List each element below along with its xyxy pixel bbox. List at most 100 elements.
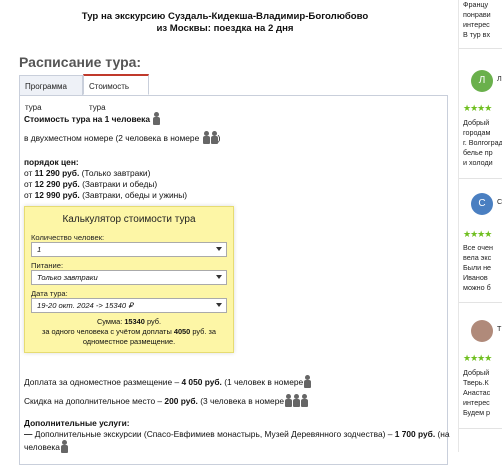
divider [459,302,502,303]
review-text-line: Добрый [463,118,490,127]
additional-line2: человека [24,442,60,452]
chevron-down-icon [216,303,222,307]
star-rating: ★★★★ [463,103,492,113]
price-row: от 12 290 руб. (Завтраки и обеды) [24,179,157,190]
divider [459,48,502,49]
reviews-column: Францу понрави интерес В тур вх Л Л ★★★★… [458,0,502,452]
chevron-down-icon [216,275,222,279]
meal-select[interactable]: Только завтраки [31,270,227,285]
sum-line-1: Сумма: 15340 руб. [25,317,233,327]
review-text-line: Все очен [463,243,493,252]
date-select[interactable]: 19-20 окт. 2024 -> 15340 ₽ [31,298,227,313]
double-room-line: в двухместном номере (2 человека в номер… [24,131,220,144]
price-row: от 12 990 руб. (Завтраки, обеды и ужины) [24,190,187,201]
divider [459,178,502,179]
tab-cost[interactable]: Стоимость тура [83,74,149,112]
price-order-label: порядок цен: [24,157,79,168]
sum-surcharge: 4050 [173,327,191,336]
price-order-text: порядок цен: [24,157,79,167]
price-amount: 12 990 руб. [34,190,80,200]
divider [459,428,502,429]
people-select[interactable]: 1 [31,242,227,257]
review-text-line: Тверь.К [463,378,489,387]
schedule-heading: Расписание тура: [19,54,142,70]
additional-amount: 1 700 руб. [394,429,436,439]
meal-label: Питание: [31,261,64,270]
avatar-photo [471,320,493,342]
price-row: от 11 290 руб. (Только завтраки) [24,168,150,179]
dash: — [24,429,33,439]
sum-line2b: руб. за [192,327,216,336]
tab-program[interactable]: Программа тура [19,75,83,112]
additional-service-line: — Дополнительные экскурсии (Спасо-Евфими… [24,429,450,440]
person-icon [285,394,293,407]
discount-note: (3 человека в номере [200,396,285,406]
review-text-line: можно б [463,283,491,292]
price-prefix: от [24,179,33,189]
review-text-line: г. Волгоград [463,138,502,147]
sum-line2a: за одного человека с учётом доплаты [41,327,172,336]
title-line-2: из Москвы: поездка на 2 дня [156,23,294,34]
sum-line-3: одноместное размещение. [82,337,176,346]
star-rating: ★★★★ [463,353,492,363]
price-amount: 12 290 руб. [34,179,80,189]
review-text-line: В тур вх [463,30,491,39]
single-amount: 4 050 руб. [181,377,222,387]
person-icon [293,394,301,407]
reviewer-name: Л [497,74,502,83]
avatar: С [471,193,493,215]
review-text-line: белье пр [463,148,493,157]
reviewer-name: С [497,197,502,206]
person-icon [304,375,312,388]
price-amount: 11 290 руб. [34,168,80,178]
reviewer-name: Т [497,324,502,333]
review-text-line: Францу [463,0,489,9]
review-text-line: вела экс [463,253,492,262]
review-text-line: Добрый [463,368,490,377]
price-note: (Завтраки, обеды и ужины) [82,190,188,200]
people-select-value: 1 [37,245,42,254]
sum-prefix: Сумма: [96,317,123,326]
review-text-line: Будем р [463,408,491,417]
single-surcharge-line: Доплата за одноместное размещение – 4 05… [24,375,312,388]
additional-services-label: Дополнительные услуги: [24,418,130,429]
additional-tail: (на [437,429,450,439]
tour-content: Тур на экскурсию Суздаль-Кидекша-Владими… [0,0,458,465]
sum-unit: руб. [146,317,162,326]
person-icon [153,112,161,125]
title-line-1: Тур на экскурсию Суздаль-Кидекша-Владими… [81,11,369,22]
price-note: (Завтраки и обеды) [82,179,158,189]
review-text-line: Анастас [463,388,491,397]
calculator-title: Калькулятор стоимости тура [62,214,196,225]
additional-service-line-2: человека [24,440,68,453]
review-text-line: Иванов [463,273,488,282]
review-text-line: интерес [463,20,490,29]
single-note: (1 человек в номере [224,377,304,387]
price-calculator: Калькулятор стоимости тура Количество че… [24,206,234,353]
avatar: Л [471,70,493,92]
price-prefix: от [24,190,33,200]
meal-select-value: Только завтраки [37,273,98,282]
review-text-line: и холоди [463,158,493,167]
double-room-note: в двухместном номере (2 человека в номер… [24,133,200,143]
paren-close: ) [217,133,221,143]
extra-bed-discount-line: Скидка на дополнительное место – 200 руб… [24,394,309,407]
price-note: (Только завтраки) [81,168,151,178]
discount-amount: 200 руб. [164,396,198,406]
price-prefix: от [24,168,33,178]
review-text-line: понрави [463,10,491,19]
date-select-value: 19-20 окт. 2024 -> 15340 ₽ [37,301,134,310]
person-icon [210,131,218,144]
review-text-line: городам [463,128,491,137]
single-prefix: Доплата за одноместное размещение – [24,377,180,387]
star-rating: ★★★★ [463,229,492,239]
review-text-line: Были не [463,263,492,272]
date-label: Дата тура: [31,289,68,298]
additional-text: Дополнительные экскурсии (Спасо-Евфимиев… [34,429,393,439]
review-text-line: интерес [463,398,490,407]
discount-prefix: Скидка на дополнительное место – [24,396,163,406]
people-label: Количество человек: [31,233,105,242]
person-icon [60,440,68,453]
per-person-label: Стоимость тура на 1 человека [24,114,151,124]
sum-value: 15340 [124,317,145,326]
